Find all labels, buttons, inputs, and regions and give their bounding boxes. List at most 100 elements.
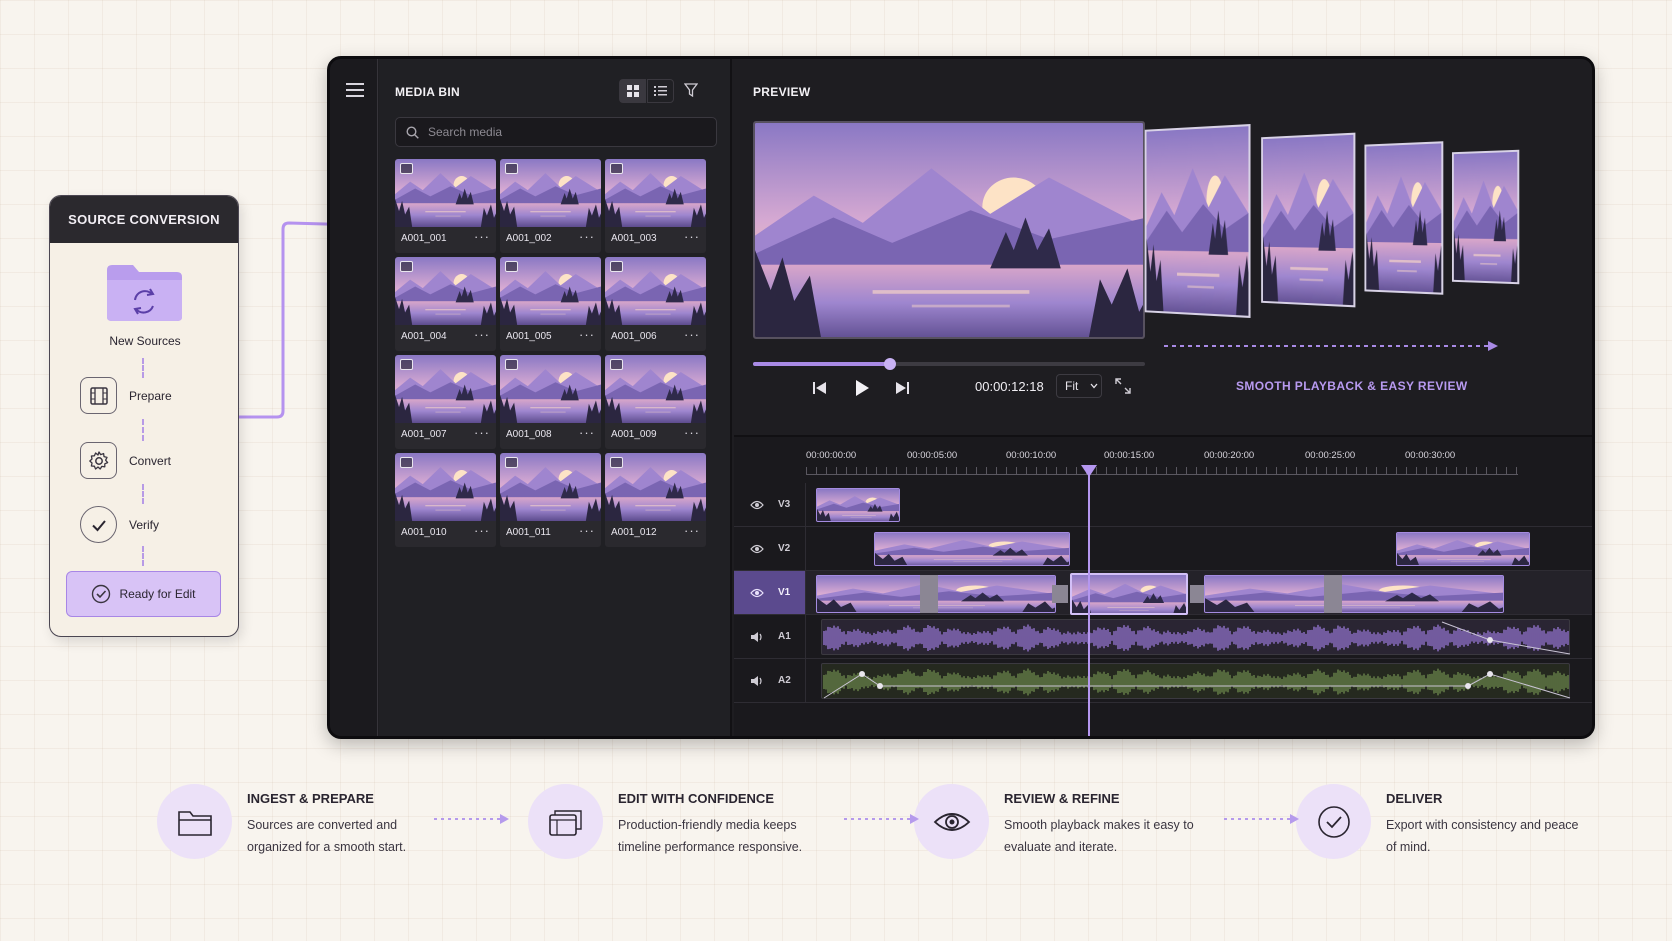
track-v3: V3 (734, 483, 1592, 527)
step-label: Convert (129, 453, 172, 468)
transition-marker[interactable] (1324, 575, 1342, 613)
transition-marker[interactable] (1190, 585, 1204, 603)
preview-tagline: SMOOTH PLAYBACK & EASY REVIEW (1236, 379, 1468, 393)
playhead[interactable] (1081, 465, 1097, 736)
feature-item: EDIT WITH CONFIDENCE Production-friendly … (528, 784, 828, 864)
speaker-icon[interactable] (750, 675, 764, 687)
timeline-clip[interactable] (874, 532, 1070, 566)
playback-progress-bar[interactable] (753, 358, 1145, 370)
clip-badge-icon (610, 457, 623, 468)
chevron-down-icon (1090, 383, 1098, 389)
audio-clip-a1[interactable] (821, 619, 1571, 655)
search-media-input[interactable]: Search media (395, 117, 717, 147)
media-tile[interactable]: A001_009 ··· (605, 355, 706, 449)
clip-badge-icon (505, 261, 518, 272)
step-convert: Convert (80, 442, 171, 479)
media-tile-label: A001_004 (401, 331, 447, 342)
clip-badge-icon (610, 261, 623, 272)
filter-icon[interactable] (683, 83, 699, 102)
media-tile[interactable]: A001_004 ··· (395, 257, 496, 351)
play-icon[interactable] (854, 379, 870, 402)
clip-badge-icon (610, 359, 623, 370)
more-options-icon[interactable]: ··· (474, 523, 490, 538)
zoom-value: Fit (1065, 379, 1079, 393)
ruler-timecode: 00:00:25:00 (1305, 450, 1356, 461)
preview-frame-2 (1261, 132, 1356, 308)
source-conversion-title: SOURCE CONVERSION (50, 196, 238, 243)
more-options-icon[interactable]: ··· (474, 425, 490, 440)
media-tile-label: A001_010 (401, 527, 447, 538)
preview-panel: PREVIEW SMOOTH PLAYBACK & EASY REVIEW 00… (734, 59, 1592, 434)
more-options-icon[interactable]: ··· (684, 327, 700, 342)
eye-icon[interactable] (750, 544, 764, 554)
skip-back-icon[interactable] (812, 381, 828, 400)
timeline-clip[interactable] (1204, 575, 1504, 613)
media-tile[interactable]: A001_005 ··· (500, 257, 601, 351)
fullscreen-icon[interactable] (1114, 377, 1132, 400)
track-label: V3 (778, 499, 791, 510)
media-tile[interactable]: A001_012 ··· (605, 453, 706, 547)
progress-handle[interactable] (884, 358, 897, 370)
more-options-icon[interactable]: ··· (684, 229, 700, 244)
clip-badge-icon (505, 359, 518, 370)
clip-badge-icon (505, 457, 518, 468)
skip-forward-icon[interactable] (894, 381, 910, 400)
clip-badge-icon (505, 163, 518, 174)
eye-icon[interactable] (750, 588, 764, 598)
feature-title: REVIEW & REFINE (1004, 791, 1120, 806)
more-options-icon[interactable]: ··· (684, 425, 700, 440)
gear-icon (80, 442, 117, 479)
feature-item: INGEST & PREPARE Sources are converted an… (157, 784, 457, 864)
side-rail (330, 59, 378, 736)
list-view-button[interactable] (647, 79, 674, 103)
more-options-icon[interactable]: ··· (579, 425, 595, 440)
progress-fill (753, 362, 891, 366)
media-tile-label: A001_002 (506, 233, 552, 244)
media-tile[interactable]: A001_010 ··· (395, 453, 496, 547)
timeline-clip[interactable] (1396, 532, 1530, 566)
preview-frame-4 (1451, 149, 1520, 285)
transition-marker[interactable] (1052, 585, 1068, 603)
more-options-icon[interactable]: ··· (579, 327, 595, 342)
preview-frame-1 (1144, 124, 1251, 318)
track-label: A2 (778, 675, 791, 686)
eye-icon[interactable] (750, 500, 764, 510)
speaker-icon[interactable] (750, 631, 764, 643)
clip-badge-icon (400, 457, 413, 468)
media-tile-label: A001_012 (611, 527, 657, 538)
media-tile-label: A001_009 (611, 429, 657, 440)
audio-clip-a2[interactable] (821, 663, 1571, 699)
step-prepare: Prepare (80, 377, 172, 414)
media-tile[interactable]: A001_011 ··· (500, 453, 601, 547)
ready-for-edit-button[interactable]: Ready for Edit (66, 571, 221, 617)
step-label: Prepare (129, 388, 172, 403)
ruler-timecode: 00:00:20:00 (1204, 450, 1255, 461)
more-options-icon[interactable]: ··· (579, 229, 595, 244)
media-tile[interactable]: A001_003 ··· (605, 159, 706, 253)
search-icon (406, 126, 419, 139)
media-tile[interactable]: A001_008 ··· (500, 355, 601, 449)
more-options-icon[interactable]: ··· (474, 229, 490, 244)
timeline-clip[interactable] (816, 488, 900, 522)
menu-icon[interactable] (346, 83, 364, 97)
media-tile[interactable]: A001_006 ··· (605, 257, 706, 351)
more-options-icon[interactable]: ··· (579, 523, 595, 538)
media-tile[interactable]: A001_002 ··· (500, 159, 601, 253)
more-options-icon[interactable]: ··· (684, 523, 700, 538)
track-a2: A2 (734, 659, 1592, 703)
feature-description: Smooth playback makes it easy to evaluat… (1004, 818, 1194, 854)
preview-title: PREVIEW (753, 85, 811, 99)
ruler-timecode: 00:00:15:00 (1104, 450, 1155, 461)
media-tile[interactable]: A001_001 ··· (395, 159, 496, 253)
search-placeholder: Search media (428, 125, 503, 139)
grid-view-button[interactable] (619, 79, 646, 103)
transition-marker[interactable] (920, 575, 938, 613)
preview-viewer[interactable] (753, 121, 1145, 339)
zoom-select[interactable]: Fit (1056, 374, 1102, 398)
timecode-display: 00:00:12:18 (975, 379, 1044, 394)
check-circle-icon (92, 584, 111, 604)
ruler-timecode: 00:00:05:00 (907, 450, 958, 461)
grid-icon (626, 85, 639, 97)
media-tile[interactable]: A001_007 ··· (395, 355, 496, 449)
more-options-icon[interactable]: ··· (474, 327, 490, 342)
